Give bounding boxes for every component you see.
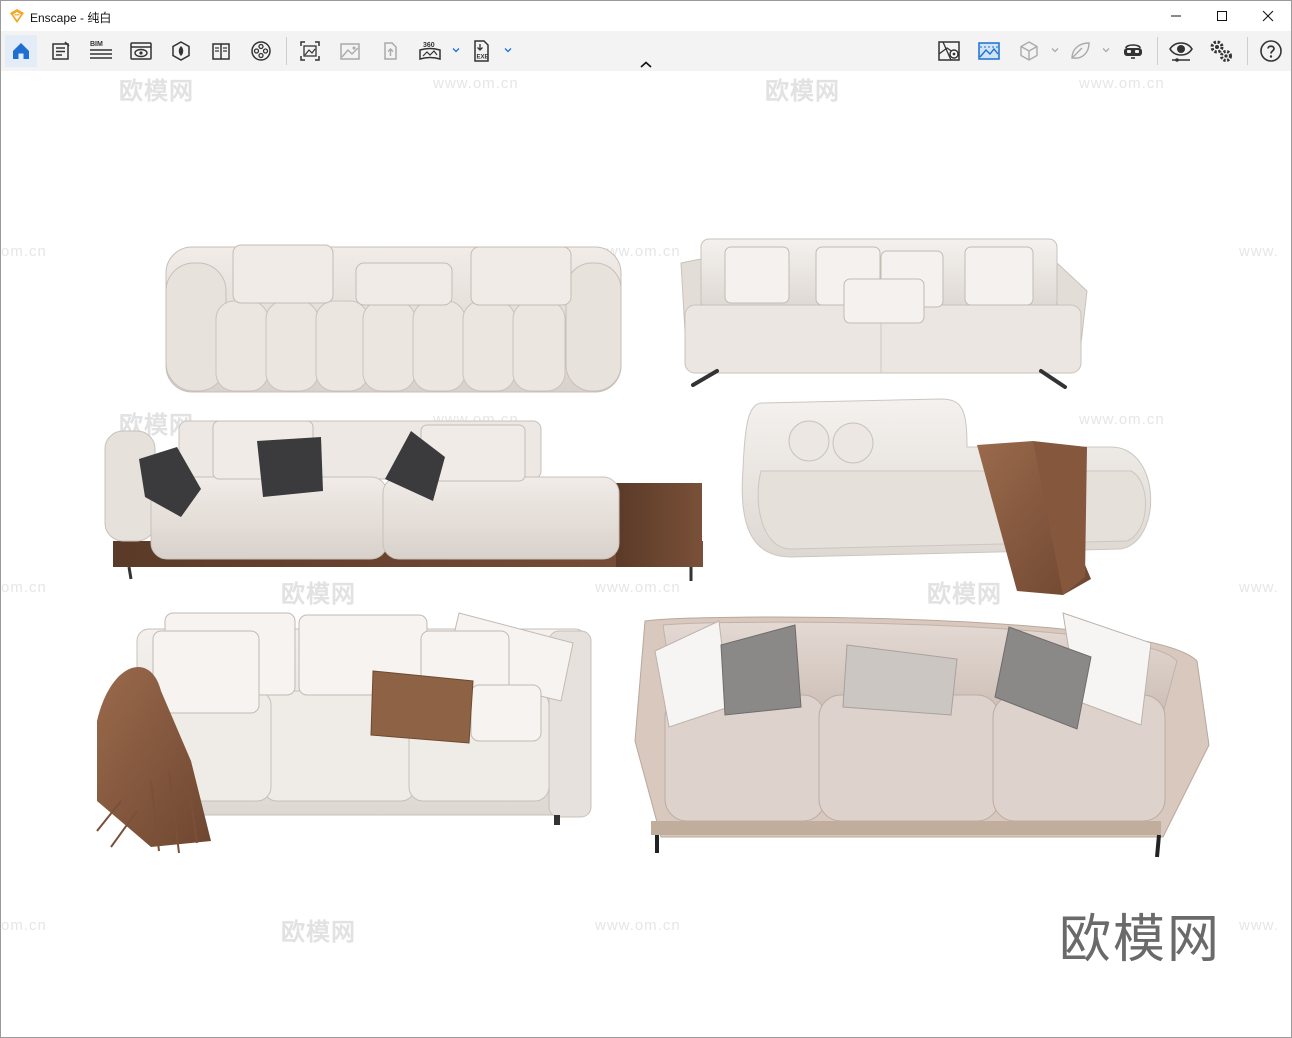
upload-icon	[384, 42, 397, 60]
help-button[interactable]	[1255, 35, 1287, 67]
material-editor-icon	[212, 43, 230, 60]
minimize-icon	[1171, 15, 1181, 17]
sofa-modern-legs	[680, 238, 1088, 389]
sofa-wood-platform	[104, 420, 703, 581]
bim-button[interactable]: BIM	[85, 35, 117, 67]
video-editor-button[interactable]	[245, 35, 277, 67]
app-name: Enscape	[30, 11, 77, 25]
sofa-with-throw	[96, 612, 592, 854]
visual-settings-button[interactable]	[1165, 35, 1197, 67]
vr-headset-button[interactable]	[1117, 35, 1149, 67]
sofa-tufted	[165, 244, 622, 393]
map-button[interactable]	[933, 35, 965, 67]
home-button[interactable]	[5, 35, 37, 67]
vr-headset-icon	[1124, 44, 1142, 59]
map-icon	[938, 41, 960, 61]
sofa-render-scene	[96, 238, 1210, 858]
material-editor-button[interactable]	[205, 35, 237, 67]
settings-icon	[1210, 40, 1232, 62]
batch-render-icon	[340, 43, 360, 60]
settings-button[interactable]	[1205, 35, 1237, 67]
home-icon	[13, 43, 29, 59]
toolbar-divider	[1157, 37, 1158, 65]
render-viewport[interactable]: 欧模网 www.om.cn 欧模网 www.om.cn om.cn 欧模网 ww…	[1, 71, 1291, 1037]
upload-button[interactable]	[374, 35, 406, 67]
bim-icon: BIM	[90, 41, 112, 59]
bim-label: BIM	[90, 41, 103, 48]
leaf-button[interactable]	[1064, 35, 1096, 67]
enscape-window: Enscape - 纯白 BIM 360 EXE 欧模网 www.om.cn 欧…	[0, 0, 1292, 1038]
title-separator: -	[76, 11, 88, 25]
sofa-taupe-shell	[634, 612, 1210, 858]
toolbar-divider	[1247, 37, 1248, 65]
visual-settings-icon	[1169, 42, 1193, 62]
chevron-down-icon[interactable]	[503, 45, 513, 55]
export-exe-icon: EXE	[474, 40, 489, 62]
enscape-logo-icon	[10, 9, 24, 23]
batch-render-button[interactable]	[334, 35, 366, 67]
toolbar-divider	[286, 37, 287, 65]
chevron-down-icon[interactable]	[451, 45, 461, 55]
collapse-toolbar-icon[interactable]	[637, 59, 655, 71]
title-bar[interactable]: Enscape - 纯白	[1, 1, 1291, 31]
atmosphere-icon	[978, 42, 1000, 60]
maximize-button[interactable]	[1199, 1, 1245, 31]
chevron-down-icon[interactable]	[1050, 45, 1060, 55]
export-exe-label: EXE	[477, 55, 489, 61]
asset-library-button[interactable]	[165, 35, 197, 67]
views-button[interactable]	[125, 35, 157, 67]
brand-watermark: 欧模网	[1059, 910, 1222, 970]
notes-button[interactable]	[45, 35, 77, 67]
help-icon	[1260, 40, 1282, 62]
maximize-icon	[1217, 11, 1227, 21]
cube-button[interactable]	[1013, 35, 1045, 67]
screenshot-button[interactable]	[294, 35, 326, 67]
cube-icon	[1020, 41, 1038, 61]
minimize-button[interactable]	[1153, 1, 1199, 31]
panorama-360-icon: 360	[419, 42, 441, 61]
panorama-360-button[interactable]: 360	[414, 35, 446, 67]
close-icon	[1262, 10, 1274, 22]
asset-library-icon	[172, 41, 190, 61]
atmosphere-button[interactable]	[973, 35, 1005, 67]
document-name: 纯白	[87, 11, 112, 25]
close-button[interactable]	[1245, 1, 1291, 31]
notes-icon	[52, 41, 70, 60]
video-editor-icon	[251, 41, 271, 61]
view-icon	[130, 42, 152, 60]
screenshot-icon	[300, 41, 320, 61]
export-exe-button[interactable]: EXE	[466, 35, 498, 67]
window-title: Enscape - 纯白	[30, 9, 111, 26]
chaise-curved	[741, 398, 1151, 595]
chevron-down-icon[interactable]	[1101, 45, 1111, 55]
leaf-icon	[1071, 42, 1090, 59]
